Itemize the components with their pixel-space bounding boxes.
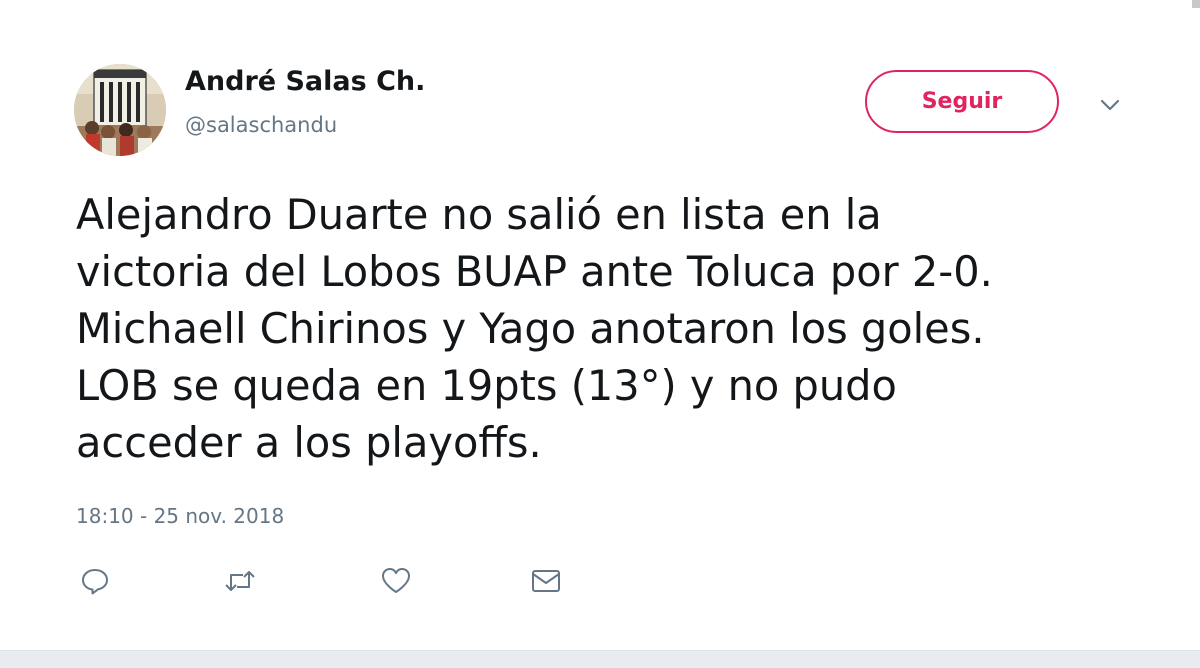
avatar-image xyxy=(74,64,166,156)
tweet-text-line: victoria del Lobos BUAP ante Toluca por … xyxy=(76,247,993,296)
avatar[interactable] xyxy=(74,64,166,156)
reply-icon[interactable] xyxy=(78,564,112,598)
chevron-down-icon[interactable] xyxy=(1098,96,1122,114)
author-handle[interactable]: @salaschandu xyxy=(185,113,337,137)
tweet-text-line: Michaell Chirinos y Yago anotaron los go… xyxy=(76,304,985,353)
tweet-text: Alejandro Duarte no salió en lista en la… xyxy=(76,186,1156,471)
tweet-text-line: LOB se queda en 19pts (13°) y no pudo xyxy=(76,361,897,410)
tweet-text-line: Alejandro Duarte no salió en lista en la xyxy=(76,190,882,239)
author-display-name[interactable]: André Salas Ch. xyxy=(185,66,425,97)
window-corner xyxy=(1192,0,1200,8)
follow-button[interactable]: Seguir xyxy=(865,70,1059,133)
heart-icon[interactable] xyxy=(379,564,413,598)
tweet-text-line: acceder a los playoffs. xyxy=(76,418,542,467)
card-bottom-border xyxy=(0,650,1200,668)
tweet-timestamp[interactable]: 18:10 - 25 nov. 2018 xyxy=(76,504,284,528)
retweet-icon[interactable] xyxy=(223,564,257,598)
tweet-card: André Salas Ch. @salaschandu Seguir Alej… xyxy=(0,0,1200,668)
envelope-icon[interactable] xyxy=(529,564,563,598)
